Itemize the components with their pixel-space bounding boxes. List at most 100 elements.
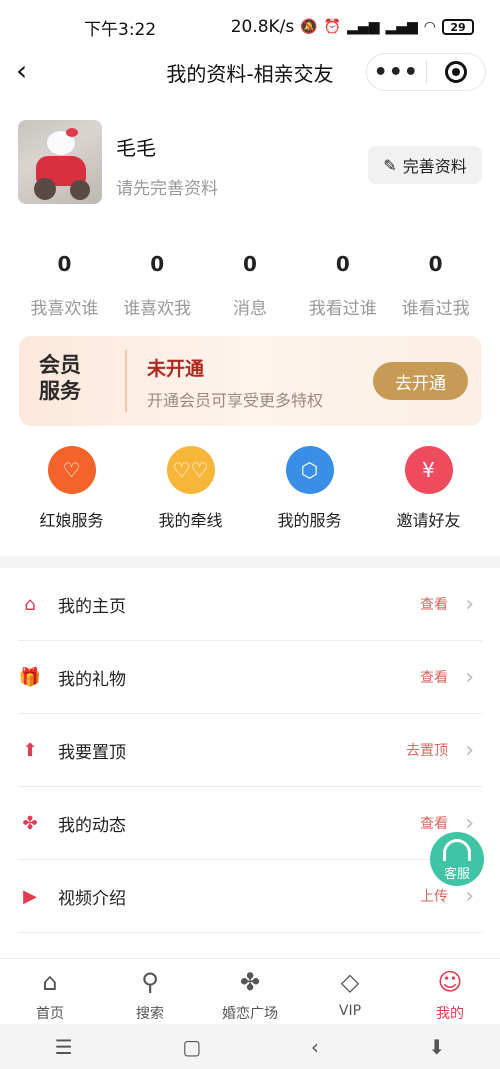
tab-label: VIP [338, 1003, 362, 1019]
battery-icon: 29 [442, 19, 474, 35]
menu-item-video-intro[interactable]: ▶ 视频介绍 上传 › [18, 860, 482, 933]
cube-icon: ⬡ [285, 446, 334, 494]
membership-description: 开通会员可享受更多特权 [147, 391, 324, 410]
customer-service-button[interactable]: 客服 [430, 832, 484, 886]
tab-label: 搜索 [136, 1006, 164, 1022]
tab-search[interactable]: ⚲ 搜索 [100, 959, 200, 1024]
stat-value: 0 [57, 252, 72, 276]
quick-invite-friends[interactable]: ¥ 邀请好友 [369, 446, 488, 536]
more-icon[interactable]: ••• [367, 60, 426, 85]
close-miniapp-button[interactable] [427, 61, 486, 83]
membership-badge-line1: 会员 [39, 353, 81, 377]
tab-plaza[interactable]: ✤ 婚恋广场 [200, 959, 300, 1024]
miniapp-capsule: ••• [366, 53, 486, 91]
pin-top-icon: ⬆ [22, 739, 38, 761]
nav-bar: ‹ 我的资料-相亲交友 ••• [0, 50, 500, 94]
menu-label: 我要置顶 [58, 742, 126, 763]
chevron-right-icon: › [465, 883, 474, 909]
home-square-icon[interactable]: ▢ [182, 1035, 201, 1059]
stat-value: 0 [428, 252, 443, 276]
menu-action: 查看 [420, 816, 448, 832]
stat-likes-me[interactable]: 0 谁喜欢我 [111, 252, 204, 322]
stat-value: 0 [243, 252, 257, 276]
video-icon: ▶ [23, 885, 37, 907]
edit-profile-label: 完善资料 [402, 157, 467, 176]
pinwheel-icon: ✤ [239, 968, 261, 996]
mute-icon: 🔕 [300, 19, 318, 35]
home-icon: ⌂ [24, 593, 36, 615]
menu-icon[interactable]: ☰ [55, 1035, 73, 1059]
chevron-right-icon: › [465, 810, 474, 836]
profile-page: 下午3:22 20.8K/s 🔕 ⏰ ▂▄▆ ▂▄▆ ◠ 29 ‹ 我的资料-相… [0, 0, 500, 1069]
menu-item-homepage[interactable]: ⌂ 我的主页 查看 › [18, 568, 482, 641]
section-divider [0, 556, 500, 568]
quick-label: 我的服务 [277, 511, 342, 530]
avatar[interactable] [18, 120, 102, 204]
profile-name: 毛毛 [116, 136, 156, 160]
diamond-icon: ◇ [340, 968, 360, 996]
menu-action: 上传 [420, 889, 448, 905]
stat-i-like[interactable]: 0 我喜欢谁 [18, 252, 111, 322]
activate-membership-button[interactable]: 去开通 [373, 362, 468, 400]
heart-icon: ♡ [47, 446, 96, 494]
tab-label: 我的 [436, 1006, 464, 1022]
menu-label: 我的主页 [58, 596, 126, 617]
menu-item-moments[interactable]: ✤ 我的动态 查看 › [18, 787, 482, 860]
quick-label: 红娘服务 [39, 511, 104, 530]
profile-header: 毛毛 请先完善资料 ✎ 完善资料 [18, 120, 482, 204]
chevron-right-icon: › [465, 591, 474, 617]
menu-label: 我的礼物 [58, 669, 126, 690]
stat-i-viewed[interactable]: 0 我看过谁 [296, 252, 389, 322]
membership-divider [125, 350, 127, 412]
status-indicators: 20.8K/s 🔕 ⏰ ▂▄▆ ▂▄▆ ◠ 29 [231, 17, 474, 37]
pencil-icon: ✎ [383, 155, 397, 175]
alarm-icon: ⏰ [323, 19, 342, 35]
tab-label: 首页 [36, 1006, 64, 1022]
signal-icon: ▂▄▆ [385, 19, 418, 35]
assistant-icon[interactable]: ⬇ [428, 1035, 445, 1059]
stat-label: 谁喜欢我 [123, 299, 192, 319]
status-time: 下午3:22 [84, 19, 157, 40]
quick-label: 邀请好友 [396, 511, 461, 530]
signal-icon: ▂▄▆ [347, 19, 380, 35]
tab-label: 婚恋广场 [222, 1006, 278, 1022]
stat-label: 谁看过我 [401, 299, 470, 319]
menu-action: 查看 [420, 597, 448, 613]
headset-icon [443, 839, 471, 861]
customer-service-label: 客服 [443, 867, 470, 882]
tab-home[interactable]: ⌂ 首页 [0, 959, 100, 1024]
net-speed: 20.8K/s [230, 17, 295, 37]
menu-item-gifts[interactable]: 🎁 我的礼物 查看 › [18, 641, 482, 714]
home-icon: ⌂ [42, 968, 58, 996]
search-icon: ⚲ [141, 968, 159, 996]
yen-icon: ¥ [404, 446, 453, 494]
tab-vip[interactable]: ◇ VIP [300, 959, 400, 1024]
quick-my-matches[interactable]: ♡♡ 我的牵线 [131, 446, 250, 536]
edit-profile-button[interactable]: ✎ 完善资料 [368, 146, 482, 184]
menu-label: 视频介绍 [58, 888, 126, 909]
menu-item-pin-top[interactable]: ⬆ 我要置顶 去置顶 › [18, 714, 482, 787]
back-triangle-icon[interactable]: ‹ [311, 1035, 319, 1059]
quick-matchmaker-service[interactable]: ♡ 红娘服务 [12, 446, 131, 536]
target-icon [444, 61, 467, 83]
menu-action: 去置顶 [406, 743, 448, 759]
quick-label: 我的牵线 [158, 511, 223, 530]
stat-label: 我喜欢谁 [30, 299, 99, 319]
menu-label: 我的动态 [58, 815, 126, 836]
smile-icon: ☺ [437, 968, 463, 996]
stat-viewed-me[interactable]: 0 谁看过我 [389, 252, 482, 322]
wifi-icon: ◠ [423, 19, 436, 35]
chevron-right-icon: › [465, 664, 474, 690]
membership-badge-line2: 服务 [39, 379, 81, 403]
stat-messages[interactable]: 0 消息 [204, 252, 297, 322]
quick-my-services[interactable]: ⬡ 我的服务 [250, 446, 369, 536]
status-bar: 下午3:22 20.8K/s 🔕 ⏰ ▂▄▆ ▂▄▆ ◠ 29 [0, 0, 500, 54]
tab-mine[interactable]: ☺ 我的 [400, 959, 500, 1024]
system-nav-bar: ☰ ▢ ‹ ⬇ [0, 1024, 500, 1069]
stats-row: 0 我喜欢谁 0 谁喜欢我 0 消息 0 我看过谁 0 谁看过我 [18, 252, 482, 322]
quick-actions: ♡ 红娘服务 ♡♡ 我的牵线 ⬡ 我的服务 ¥ 邀请好友 [12, 446, 488, 536]
stat-label: 我看过谁 [308, 299, 377, 319]
tab-bar: ⌂ 首页 ⚲ 搜索 ✤ 婚恋广场 ◇ VIP ☺ 我的 [0, 958, 500, 1024]
profile-subtitle: 请先完善资料 [116, 179, 218, 199]
membership-status: 未开通 [147, 358, 205, 380]
